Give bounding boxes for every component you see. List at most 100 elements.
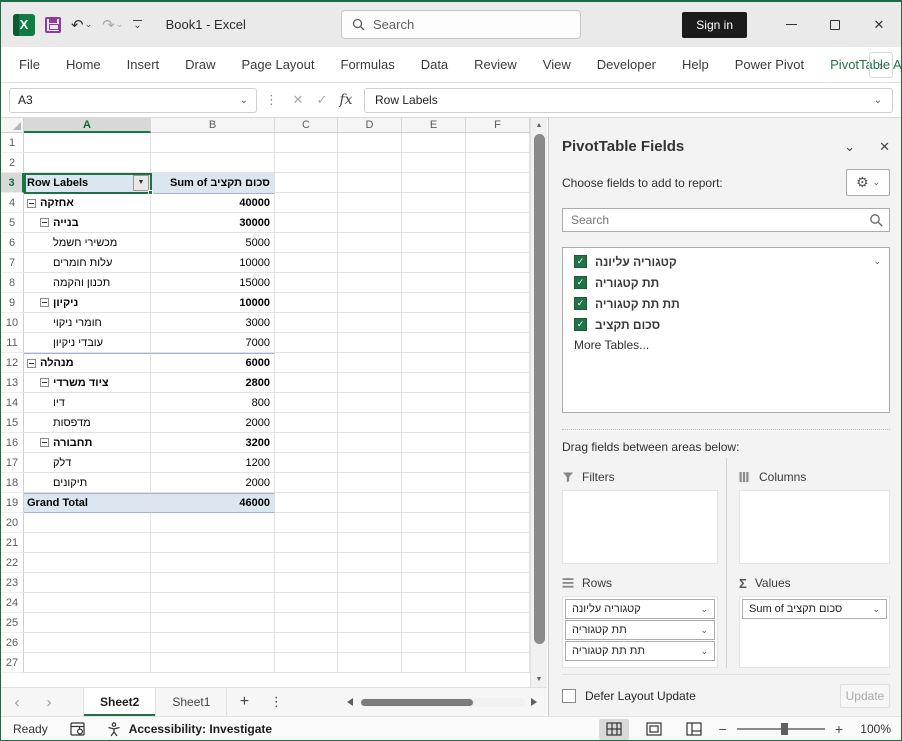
cell-D13[interactable] bbox=[338, 373, 402, 393]
cell-D19[interactable] bbox=[338, 493, 402, 513]
cell-C9[interactable] bbox=[275, 293, 338, 313]
cell-C12[interactable] bbox=[275, 353, 338, 373]
cell-A25[interactable] bbox=[24, 613, 151, 633]
cell-F21[interactable] bbox=[466, 533, 530, 553]
vertical-scrollbar[interactable]: ▲ ▼ bbox=[530, 118, 547, 687]
cell-A4[interactable]: אחזקה bbox=[24, 193, 151, 213]
cell-C6[interactable] bbox=[275, 233, 338, 253]
name-box[interactable]: A3 ⌄ bbox=[9, 88, 257, 113]
ribbon-tab-help[interactable]: Help bbox=[682, 57, 709, 72]
cell-E12[interactable] bbox=[402, 353, 466, 373]
cell-B23[interactable] bbox=[151, 573, 275, 593]
cell-C2[interactable] bbox=[275, 153, 338, 173]
cell-D27[interactable] bbox=[338, 653, 402, 673]
cell-E11[interactable] bbox=[402, 333, 466, 353]
cell-B10[interactable]: 3000 bbox=[151, 313, 275, 333]
cell-C14[interactable] bbox=[275, 393, 338, 413]
cell-A8[interactable]: תכנון והקמה bbox=[24, 273, 151, 293]
cell-D15[interactable] bbox=[338, 413, 402, 433]
column-header-b[interactable]: B bbox=[151, 118, 275, 133]
cell-A22[interactable] bbox=[24, 553, 151, 573]
ribbon-tab-view[interactable]: View bbox=[543, 57, 571, 72]
row-header-5[interactable]: 5 bbox=[1, 213, 24, 233]
row-header-16[interactable]: 16 bbox=[1, 433, 24, 453]
row-header-24[interactable]: 24 bbox=[1, 593, 24, 613]
enter-button[interactable]: ✓ bbox=[310, 92, 334, 108]
cell-D17[interactable] bbox=[338, 453, 402, 473]
cell-E21[interactable] bbox=[402, 533, 466, 553]
cell-D11[interactable] bbox=[338, 333, 402, 353]
row-labels-filter-button[interactable]: ▼ bbox=[133, 175, 149, 191]
cell-E20[interactable] bbox=[402, 513, 466, 533]
zoom-in-button[interactable]: + bbox=[835, 721, 843, 737]
collapse-minus-icon[interactable] bbox=[40, 378, 49, 387]
cell-C24[interactable] bbox=[275, 593, 338, 613]
cell-C27[interactable] bbox=[275, 653, 338, 673]
cell-F12[interactable] bbox=[466, 353, 530, 373]
row-header-8[interactable]: 8 bbox=[1, 273, 24, 293]
cell-A13[interactable]: ציוד משרדי bbox=[24, 373, 151, 393]
row-header-2[interactable]: 2 bbox=[1, 153, 24, 173]
row-header-13[interactable]: 13 bbox=[1, 373, 24, 393]
cell-B14[interactable]: 800 bbox=[151, 393, 275, 413]
vertical-scrollbar-thumb[interactable] bbox=[534, 134, 545, 644]
cell-D9[interactable] bbox=[338, 293, 402, 313]
collapse-minus-icon[interactable] bbox=[40, 298, 49, 307]
cell-F26[interactable] bbox=[466, 633, 530, 653]
row-header-21[interactable]: 21 bbox=[1, 533, 24, 553]
cell-B4[interactable]: 40000 bbox=[151, 193, 275, 213]
pane-close-icon[interactable]: ✕ bbox=[879, 139, 890, 155]
collapse-minus-icon[interactable] bbox=[27, 359, 36, 368]
cell-C20[interactable] bbox=[275, 513, 338, 533]
sheet-nav-prev-icon[interactable]: ‹ bbox=[1, 694, 33, 711]
close-button[interactable]: ✕ bbox=[857, 2, 901, 47]
cell-A12[interactable]: מנהלה bbox=[24, 353, 151, 373]
cell-A5[interactable]: בנייה bbox=[24, 213, 151, 233]
page-break-preview-button[interactable] bbox=[679, 719, 709, 740]
cell-B19[interactable]: 46000 bbox=[151, 493, 275, 513]
cell-F17[interactable] bbox=[466, 453, 530, 473]
zoom-out-button[interactable]: − bbox=[719, 721, 727, 737]
cell-F25[interactable] bbox=[466, 613, 530, 633]
ribbon-tab-page-layout[interactable]: Page Layout bbox=[242, 57, 315, 72]
macro-record-button[interactable] bbox=[70, 722, 85, 736]
cell-C3[interactable] bbox=[275, 173, 338, 193]
cell-F23[interactable] bbox=[466, 573, 530, 593]
cell-E19[interactable] bbox=[402, 493, 466, 513]
maximize-button[interactable] bbox=[813, 2, 857, 47]
redo-button[interactable]: ↷⌄ bbox=[102, 16, 123, 34]
cell-A14[interactable]: דיו bbox=[24, 393, 151, 413]
values-area[interactable]: Σ Values Sum of סכום תקציב⌄ bbox=[726, 564, 890, 668]
cell-D16[interactable] bbox=[338, 433, 402, 453]
cell-B26[interactable] bbox=[151, 633, 275, 653]
ribbon-tab-draw[interactable]: Draw bbox=[185, 57, 215, 72]
row-header-1[interactable]: 1 bbox=[1, 133, 24, 153]
cell-A7[interactable]: עלות חומרים bbox=[24, 253, 151, 273]
formula-expand-chevron-icon[interactable]: ⌄ bbox=[874, 95, 882, 106]
cell-D6[interactable] bbox=[338, 233, 402, 253]
cell-B21[interactable] bbox=[151, 533, 275, 553]
cell-A24[interactable] bbox=[24, 593, 151, 613]
ribbon-tab-insert[interactable]: Insert bbox=[127, 57, 160, 72]
collapse-minus-icon[interactable] bbox=[40, 218, 49, 227]
cell-A6[interactable]: מכשירי חשמל bbox=[24, 233, 151, 253]
field-checkbox[interactable]: ✓ bbox=[574, 276, 587, 289]
cell-F20[interactable] bbox=[466, 513, 530, 533]
all-sheets-button[interactable]: ⋮ bbox=[261, 694, 291, 710]
filters-area[interactable]: Filters bbox=[562, 458, 726, 564]
defer-layout-checkbox[interactable] bbox=[562, 689, 576, 703]
row-header-17[interactable]: 17 bbox=[1, 453, 24, 473]
scroll-down-icon[interactable]: ▼ bbox=[531, 672, 547, 687]
fields-search-input[interactable]: Search bbox=[562, 208, 890, 232]
cell-F22[interactable] bbox=[466, 553, 530, 573]
cell-A11[interactable]: עובדי ניקיון bbox=[24, 333, 151, 353]
customize-quick-access-toolbar-icon[interactable]: ⌄ bbox=[133, 20, 141, 30]
zoom-level-label[interactable]: 100% bbox=[853, 722, 891, 736]
row-header-18[interactable]: 18 bbox=[1, 473, 24, 493]
cell-D8[interactable] bbox=[338, 273, 402, 293]
row-header-25[interactable]: 25 bbox=[1, 613, 24, 633]
values-field-pill[interactable]: Sum of סכום תקציב⌄ bbox=[742, 599, 887, 619]
insert-function-button[interactable]: fx bbox=[334, 92, 358, 108]
cell-E4[interactable] bbox=[402, 193, 466, 213]
cell-A18[interactable]: תיקונים bbox=[24, 473, 151, 493]
